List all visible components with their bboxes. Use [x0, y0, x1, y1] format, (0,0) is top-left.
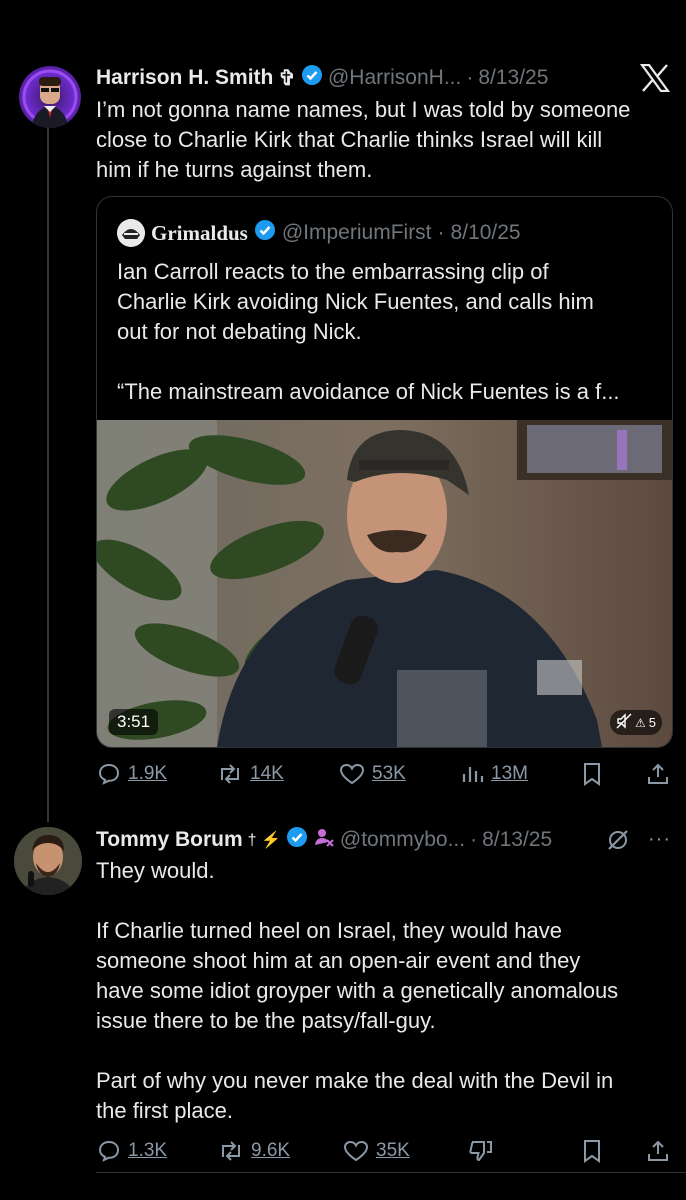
reply-button[interactable]: 1.3K: [97, 1139, 167, 1163]
repost-count: 14K: [250, 763, 284, 784]
author-name[interactable]: Harrison H. Smith: [96, 66, 273, 90]
video-duration: 3:51: [109, 709, 159, 735]
views-chart-icon: [460, 762, 484, 786]
repost-icon: [217, 762, 243, 786]
video-thumbnail[interactable]: 3:51 ⚠ 5: [97, 420, 672, 747]
reply-count: 1.9K: [128, 763, 168, 784]
author-name[interactable]: Tommy Borum: [96, 828, 243, 852]
repost-icon: [218, 1139, 244, 1163]
repost-button[interactable]: 9.6K: [218, 1139, 290, 1163]
downvote-icon[interactable]: [468, 1139, 494, 1168]
repost-button[interactable]: 14K: [217, 762, 284, 786]
heart-icon: [343, 1139, 369, 1163]
quoted-tweet-card[interactable]: Grimaldus @ImperiumFirst · 8/10/25 Ian C…: [96, 196, 673, 748]
affiliate-badge-icon: [313, 826, 335, 854]
quote-author-name[interactable]: Grimaldus: [151, 221, 248, 246]
more-options-icon[interactable]: ···: [648, 828, 671, 851]
heart-icon: [339, 762, 365, 786]
bookmark-icon[interactable]: [580, 762, 604, 791]
like-button[interactable]: 35K: [343, 1139, 410, 1163]
tweet-text: They would. If Charlie turned heel on Is…: [96, 858, 619, 1123]
reply-count: 1.3K: [128, 1140, 168, 1161]
like-count: 35K: [376, 1140, 410, 1161]
verified-badge-icon: [301, 64, 323, 92]
share-icon[interactable]: [646, 1139, 670, 1168]
separator-dot: ·: [437, 221, 445, 244]
quote-header: Grimaldus @ImperiumFirst · 8/10/25: [117, 219, 521, 247]
author-handle[interactable]: @tommybo...: [340, 828, 465, 852]
reply-button[interactable]: 1.9K: [97, 762, 167, 786]
repost-count: 9.6K: [251, 1140, 291, 1161]
reply-icon: [97, 762, 121, 786]
quote-author-handle[interactable]: @ImperiumFirst: [282, 221, 432, 245]
quote-avatar[interactable]: [117, 219, 145, 247]
bookmark-icon[interactable]: [580, 1139, 604, 1168]
grok-icon[interactable]: [606, 828, 630, 857]
tweet-text: I’m not gonna name names, but I was told…: [96, 97, 631, 182]
views-count: 13M: [491, 763, 528, 784]
views-button[interactable]: 13M: [460, 762, 528, 786]
reply-icon: [97, 1139, 121, 1163]
share-icon[interactable]: [646, 762, 670, 791]
tweet-header: Tommy Borum † ⚡ @tommybo... · 8/13/25: [96, 826, 552, 854]
mute-count: 5: [648, 715, 656, 730]
like-count: 53K: [372, 763, 406, 784]
quote-date[interactable]: 8/10/25: [451, 221, 521, 245]
name-cross-glyph: ✞: [278, 66, 296, 90]
divider: [96, 1172, 686, 1173]
avatar[interactable]: [19, 66, 81, 128]
name-glyphs: † ⚡: [247, 832, 281, 849]
verified-badge-icon: [254, 219, 276, 247]
person-icon: ⚠: [635, 715, 646, 730]
author-handle[interactable]: @HarrisonH...: [328, 66, 461, 90]
quote-text: Ian Carroll reacts to the embarrassing c…: [117, 259, 620, 404]
tweet-header: Harrison H. Smith ✞ @HarrisonH... · 8/13…: [96, 64, 548, 92]
separator-dot: ·: [466, 66, 474, 89]
x-logo-icon[interactable]: [639, 63, 671, 97]
tweet-date[interactable]: 8/13/25: [482, 828, 552, 852]
verified-badge-icon: [286, 826, 308, 854]
thread-connector: [47, 122, 49, 822]
like-button[interactable]: 53K: [339, 762, 406, 786]
mute-button[interactable]: ⚠ 5: [610, 710, 662, 735]
muted-speaker-icon: [616, 713, 632, 732]
tweet-date[interactable]: 8/13/25: [478, 66, 548, 90]
avatar[interactable]: [14, 827, 82, 895]
separator-dot: ·: [470, 828, 478, 851]
